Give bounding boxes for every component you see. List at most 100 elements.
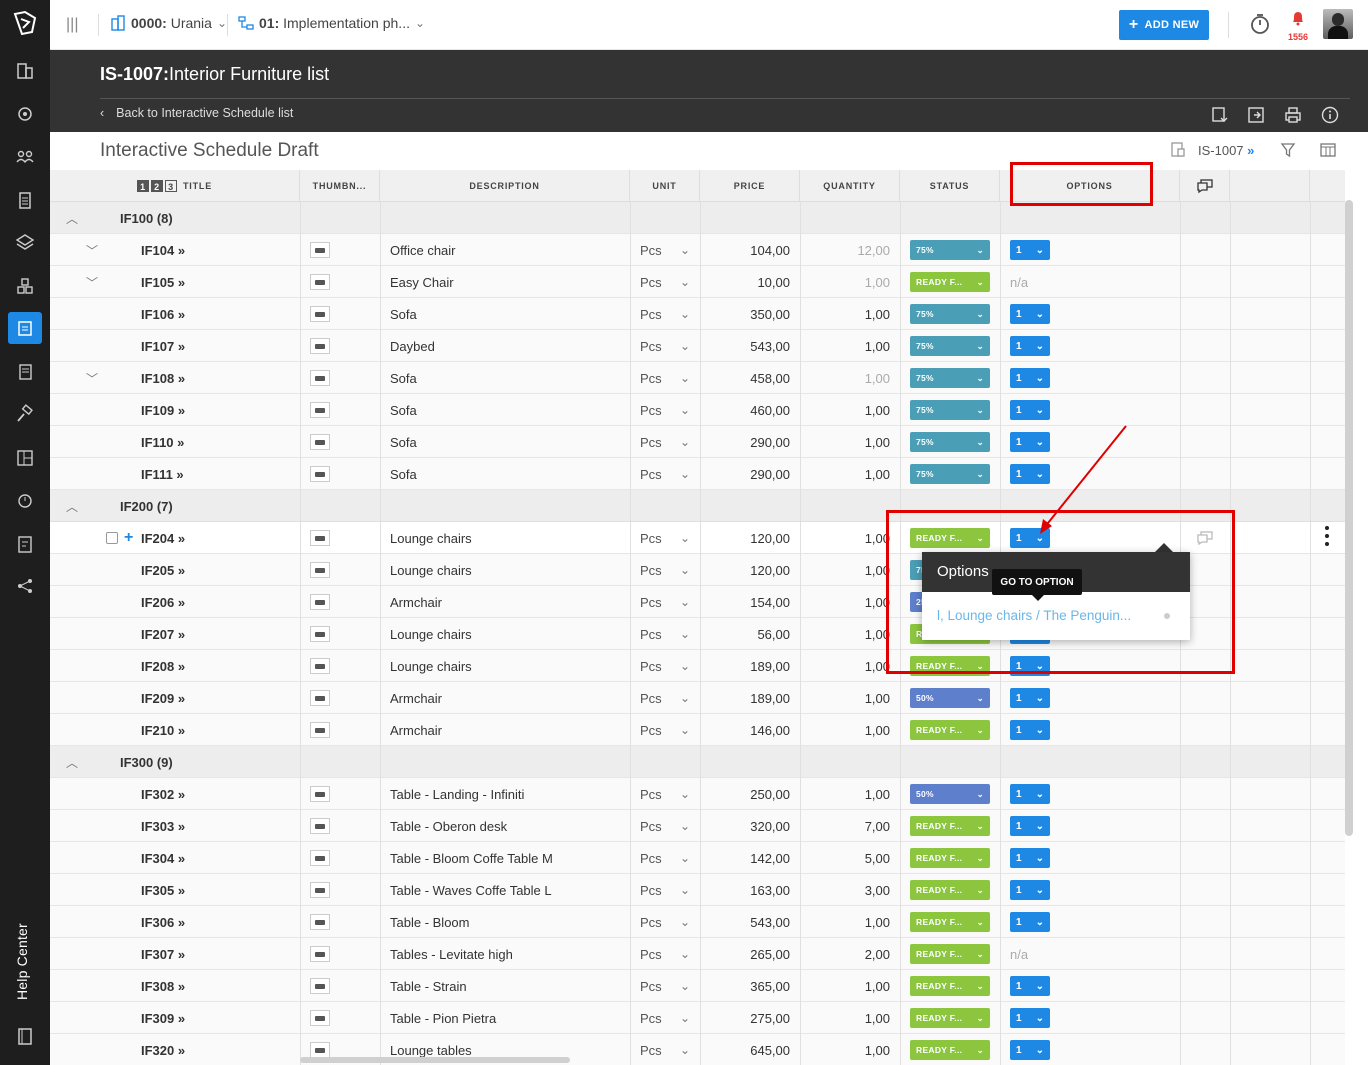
status-dropdown[interactable]: READY F... ⌄ <box>910 976 990 996</box>
thumbnail-image[interactable] <box>310 234 340 266</box>
item-code-link[interactable]: IF111 » <box>141 458 291 490</box>
interactive-schedule-icon[interactable] <box>8 312 42 344</box>
unit-select[interactable]: Pcs ⌄ <box>640 266 690 298</box>
group-row[interactable]: ︿ IF300 (9) <box>50 746 1345 778</box>
item-code-link[interactable]: IF306 » <box>141 906 291 938</box>
status-dropdown[interactable]: 75% ⌄ <box>910 432 990 452</box>
thumbnail-image[interactable] <box>310 554 340 586</box>
column-unit[interactable]: UNIT <box>630 170 700 202</box>
item-code-link[interactable]: IF106 » <box>141 298 291 330</box>
table-row[interactable]: IF106 » Sofa Pcs ⌄ 350,00 1,00 75% ⌄ 1 ⌄ <box>50 298 1345 330</box>
column-title[interactable]: 1 2 3 TITLE <box>50 170 300 202</box>
users-icon[interactable] <box>8 140 42 172</box>
table-row[interactable]: IF320 » Lounge tables Pcs ⌄ 645,00 1,00 READY … <box>50 1034 1345 1065</box>
option-dropdown[interactable]: 1⌄ <box>1010 784 1050 804</box>
settings-gear-icon[interactable] <box>8 98 42 130</box>
unit-select[interactable]: Pcs ⌄ <box>640 298 690 330</box>
chevron-up-icon[interactable]: ︿ <box>66 746 86 778</box>
table-row[interactable]: IF308 » Table - Strain Pcs ⌄ 365,00 1,00 READY… <box>50 970 1345 1002</box>
item-code-link[interactable]: IF109 » <box>141 394 291 426</box>
app-logo-icon[interactable] <box>12 10 38 36</box>
unit-select[interactable]: Pcs ⌄ <box>640 426 690 458</box>
table-row[interactable]: IF302 » Table - Landing - Infiniti Pcs ⌄ 250… <box>50 778 1345 810</box>
thumbnail-image[interactable] <box>310 906 340 938</box>
chevron-up-icon[interactable]: ︿ <box>66 202 86 234</box>
share-out-icon[interactable] <box>1246 105 1266 125</box>
thumbnail-image[interactable] <box>310 778 340 810</box>
option-dropdown[interactable]: 1⌄ <box>1010 848 1050 868</box>
thumbnail-image[interactable] <box>310 842 340 874</box>
status-dropdown[interactable]: READY F... ⌄ <box>910 944 990 964</box>
columns-layout-icon[interactable] <box>1319 141 1337 159</box>
thumbnail-image[interactable] <box>310 586 340 618</box>
cubes-icon[interactable] <box>8 270 42 302</box>
table-row[interactable]: IF209 » Armchair Pcs ⌄ 189,00 1,00 50% ⌄ 1 ⌄ <box>50 682 1345 714</box>
item-code-link[interactable]: IF303 » <box>141 810 291 842</box>
menu-bars-icon[interactable]: ||| <box>66 16 78 34</box>
chevron-down-icon[interactable]: ﹀ <box>86 362 102 394</box>
unit-select[interactable]: Pcs ⌄ <box>640 874 690 906</box>
book-icon[interactable] <box>8 1020 42 1052</box>
item-code-link[interactable]: IF208 » <box>141 650 291 682</box>
group-row[interactable]: ︿ IF100 (8) <box>50 202 1345 234</box>
floorplan-icon[interactable] <box>8 442 42 474</box>
option-dropdown[interactable]: 1⌄ <box>1010 1008 1050 1028</box>
item-code-link[interactable]: IF104 » <box>141 234 291 266</box>
add-child-plus-icon[interactable]: + <box>124 522 136 554</box>
thumbnail-image[interactable] <box>310 618 340 650</box>
chevron-down-icon[interactable]: ﹀ <box>86 234 102 266</box>
item-code-link[interactable]: IF210 » <box>141 714 291 746</box>
item-code-link[interactable]: IF206 » <box>141 586 291 618</box>
option-dropdown[interactable]: 1⌄ <box>1010 368 1050 388</box>
user-avatar[interactable] <box>1323 9 1353 39</box>
export-doc-icon[interactable] <box>1209 105 1229 125</box>
unit-select[interactable]: Pcs ⌄ <box>640 522 690 554</box>
vertical-scrollbar[interactable] <box>1345 200 1353 836</box>
status-dropdown[interactable]: 75% ⌄ <box>910 464 990 484</box>
option-dropdown[interactable]: 1⌄ <box>1010 816 1050 836</box>
documents-icon[interactable] <box>8 356 42 388</box>
thumbnail-image[interactable] <box>310 650 340 682</box>
item-code-link[interactable]: IF309 » <box>141 1002 291 1034</box>
item-code-link[interactable]: IF302 » <box>141 778 291 810</box>
unit-select[interactable]: Pcs ⌄ <box>640 938 690 970</box>
row-more-menu-icon[interactable] <box>1321 526 1333 546</box>
stopwatch-icon[interactable] <box>1248 12 1272 36</box>
unit-select[interactable]: Pcs ⌄ <box>640 554 690 586</box>
thumbnail-image[interactable] <box>310 298 340 330</box>
unit-select[interactable]: Pcs ⌄ <box>640 1034 690 1065</box>
item-code-link[interactable]: IF207 » <box>141 618 291 650</box>
status-dropdown[interactable]: 50% ⌄ <box>910 784 990 804</box>
table-row[interactable]: IF303 » Table - Oberon desk Pcs ⌄ 320,00 7,00… <box>50 810 1345 842</box>
chevron-up-icon[interactable]: ︿ <box>66 490 86 522</box>
option-dropdown[interactable]: 1⌄ <box>1010 304 1050 324</box>
horizontal-scrollbar[interactable] <box>300 1057 570 1063</box>
thumbnail-image[interactable] <box>310 522 340 554</box>
status-dropdown[interactable]: READY F... ⌄ <box>910 720 990 740</box>
column-description[interactable]: DESCRIPTION <box>380 170 630 202</box>
info-icon[interactable] <box>1320 105 1340 125</box>
item-code-link[interactable]: IF204 » <box>141 522 291 554</box>
option-dropdown[interactable]: 1⌄ <box>1010 1040 1050 1060</box>
notifications-button[interactable]: 1556 <box>1286 10 1310 42</box>
status-dropdown[interactable]: 50% ⌄ <box>910 688 990 708</box>
item-code-link[interactable]: IF209 » <box>141 682 291 714</box>
table-row[interactable]: IF110 » Sofa Pcs ⌄ 290,00 1,00 75% ⌄ 1 ⌄ <box>50 426 1345 458</box>
gavel-icon[interactable] <box>8 398 42 430</box>
level-1-button[interactable]: 1 <box>137 180 149 192</box>
item-code-link[interactable]: IF107 » <box>141 330 291 362</box>
unit-select[interactable]: Pcs ⌄ <box>640 810 690 842</box>
back-link[interactable]: ‹ Back to Interactive Schedule list <box>100 106 293 120</box>
item-code-link[interactable]: IF308 » <box>141 970 291 1002</box>
thumbnail-image[interactable] <box>310 938 340 970</box>
chevron-down-icon[interactable]: ﹀ <box>86 266 102 298</box>
unit-select[interactable]: Pcs ⌄ <box>640 714 690 746</box>
status-dropdown[interactable]: 75% ⌄ <box>910 240 990 260</box>
status-dropdown[interactable]: READY F... ⌄ <box>910 848 990 868</box>
status-dropdown[interactable]: READY F... ⌄ <box>910 880 990 900</box>
thumbnail-image[interactable] <box>310 458 340 490</box>
table-row[interactable]: IF307 » Tables - Levitate high Pcs ⌄ 265,00 2… <box>50 938 1345 970</box>
option-dropdown[interactable]: 1⌄ <box>1010 976 1050 996</box>
unit-select[interactable]: Pcs ⌄ <box>640 394 690 426</box>
table-row[interactable]: IF210 » Armchair Pcs ⌄ 146,00 1,00 READY F... ⌄… <box>50 714 1345 746</box>
